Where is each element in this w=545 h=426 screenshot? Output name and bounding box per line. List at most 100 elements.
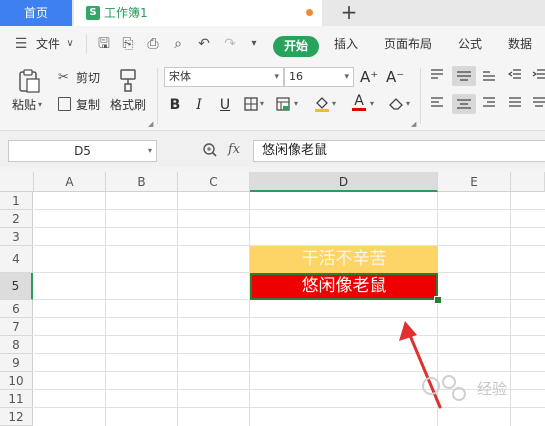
menu-start-tab[interactable]: 开始 (273, 36, 319, 57)
clipboard-launcher-icon[interactable]: ◢ (148, 120, 153, 128)
print-preview-icon[interactable]: ⌕ (170, 36, 186, 52)
bold-button[interactable]: B (166, 96, 184, 114)
row-header-4[interactable]: 4 (0, 246, 33, 273)
cut-button[interactable]: 剪切 (76, 70, 100, 86)
shrink-font-button[interactable]: A⁻ (386, 68, 404, 86)
function-icon[interactable]: fx (228, 142, 240, 157)
watermark-logo: 经验 (415, 372, 545, 412)
divider (420, 68, 421, 124)
justify-icon[interactable] (508, 97, 522, 109)
chevron-down-icon[interactable]: ▾ (294, 99, 298, 108)
row-header-1[interactable]: 1 (0, 192, 33, 210)
print-icon[interactable]: ⎙ (145, 36, 161, 52)
chevron-down-icon: ▾ (274, 72, 279, 82)
chevron-down-icon[interactable]: ▾ (370, 99, 374, 108)
save-icon[interactable]: 🖫 (96, 36, 112, 52)
grow-font-button[interactable]: A⁺ (360, 68, 378, 86)
row-header-6[interactable]: 6 (0, 300, 33, 318)
distributed-align-icon[interactable] (532, 97, 545, 109)
italic-button[interactable]: I (190, 96, 208, 114)
decrease-indent-icon[interactable] (507, 69, 522, 81)
paste-dropdown-icon[interactable]: ▾ (38, 100, 42, 109)
copy-icon[interactable] (58, 97, 71, 111)
fill-color-icon[interactable] (314, 95, 330, 113)
align-right-icon[interactable] (482, 97, 496, 109)
redo-icon[interactable]: ↷ (222, 36, 238, 52)
underline-button[interactable]: U (216, 96, 234, 114)
formula-input[interactable]: 悠闲像老鼠 (253, 140, 545, 162)
menu-data[interactable]: 数据 (508, 26, 532, 62)
chevron-down-icon[interactable]: ∨ (64, 36, 76, 52)
menu-formula[interactable]: 公式 (458, 26, 482, 62)
font-size-value: 16 (289, 70, 303, 83)
align-bottom-icon[interactable] (482, 69, 496, 81)
chevron-down-icon: ▾ (147, 146, 152, 155)
workbook-tab[interactable]: S 工作簿1 (74, 0, 322, 26)
new-tab-button[interactable]: + (340, 0, 358, 26)
increase-indent-icon[interactable] (532, 69, 545, 81)
chevron-down-icon: ▾ (344, 72, 349, 82)
column-header-b[interactable]: B (106, 172, 178, 192)
scissors-icon[interactable]: ✂ (58, 70, 69, 85)
eraser-icon[interactable] (388, 96, 404, 110)
chevron-down-icon[interactable]: ▾ (406, 99, 410, 108)
row-header-8[interactable]: 8 (0, 336, 33, 354)
row-header-11[interactable]: 11 (0, 390, 33, 408)
workbook-title: 工作簿1 (104, 6, 148, 20)
font-size-select[interactable]: 16 ▾ (284, 67, 354, 87)
paste-label[interactable]: 粘贴 (12, 97, 36, 113)
row-header-12[interactable]: 12 (0, 408, 33, 426)
home-tab[interactable]: 首页 (0, 0, 72, 26)
chevron-down-icon[interactable]: ▾ (260, 99, 264, 108)
unsaved-dot-icon (306, 9, 313, 16)
name-box-value: D5 (74, 144, 91, 158)
column-header-d[interactable]: D (250, 172, 438, 192)
format-painter-label[interactable]: 格式刷 (110, 97, 146, 113)
gridline (34, 209, 545, 210)
watermark-text: 经验 (477, 380, 508, 398)
row-header-5[interactable]: 5 (0, 273, 33, 300)
divider (86, 34, 87, 54)
export-icon[interactable]: ⎘ (120, 36, 136, 52)
align-middle-icon[interactable] (452, 66, 476, 86)
cell-d5-selected[interactable]: 悠闲像老鼠 (250, 273, 438, 300)
copy-button[interactable]: 复制 (76, 97, 100, 113)
fill-handle[interactable] (434, 296, 442, 304)
font-name-select[interactable]: 宋体 ▾ (164, 67, 284, 87)
chevron-down-icon[interactable]: ▾ (332, 99, 336, 108)
select-all-corner[interactable] (0, 172, 34, 192)
font-name-value: 宋体 (169, 70, 191, 83)
border-icon[interactable] (244, 97, 258, 111)
row-header-3[interactable]: 3 (0, 228, 33, 246)
file-menu[interactable]: 文件 (36, 26, 60, 62)
row-header-7[interactable]: 7 (0, 318, 33, 336)
align-top-icon[interactable] (430, 69, 444, 81)
hamburger-menu-icon[interactable]: ☰ (14, 36, 28, 52)
name-box[interactable]: D5 ▾ (8, 140, 157, 162)
menu-page-layout[interactable]: 页面布局 (384, 26, 432, 62)
font-color-icon[interactable]: A (352, 94, 366, 114)
gridline (34, 227, 545, 228)
format-painter-icon[interactable] (118, 68, 140, 92)
align-left-icon[interactable] (430, 97, 444, 109)
gridline (34, 335, 545, 336)
divider (157, 68, 158, 124)
row-header-10[interactable]: 10 (0, 372, 33, 390)
cell-d4[interactable]: 干活不辛苦 (250, 246, 438, 273)
row-header-9[interactable]: 9 (0, 354, 33, 372)
zoom-search-icon[interactable] (202, 142, 218, 160)
fill-pattern-icon[interactable] (276, 97, 290, 111)
spreadsheet-icon: S (86, 6, 100, 20)
column-header-a[interactable]: A (34, 172, 106, 192)
column-header-c[interactable]: C (178, 172, 250, 192)
ribbon: 粘贴 ▾ ✂ 剪切 复制 格式刷 ◢ 宋体 ▾ 16 ▾ A⁺ A⁻ B I U ▾… (0, 62, 545, 131)
menu-insert[interactable]: 插入 (334, 26, 358, 62)
align-center-icon[interactable] (452, 94, 476, 114)
column-header-f[interactable] (511, 172, 545, 192)
row-header-2[interactable]: 2 (0, 210, 33, 228)
paste-icon[interactable] (16, 68, 42, 94)
undo-icon[interactable]: ↶ (196, 36, 212, 52)
font-launcher-icon[interactable]: ◢ (411, 120, 416, 128)
quick-access-dropdown-icon[interactable]: ▾ (247, 36, 261, 52)
column-header-e[interactable]: E (438, 172, 511, 192)
